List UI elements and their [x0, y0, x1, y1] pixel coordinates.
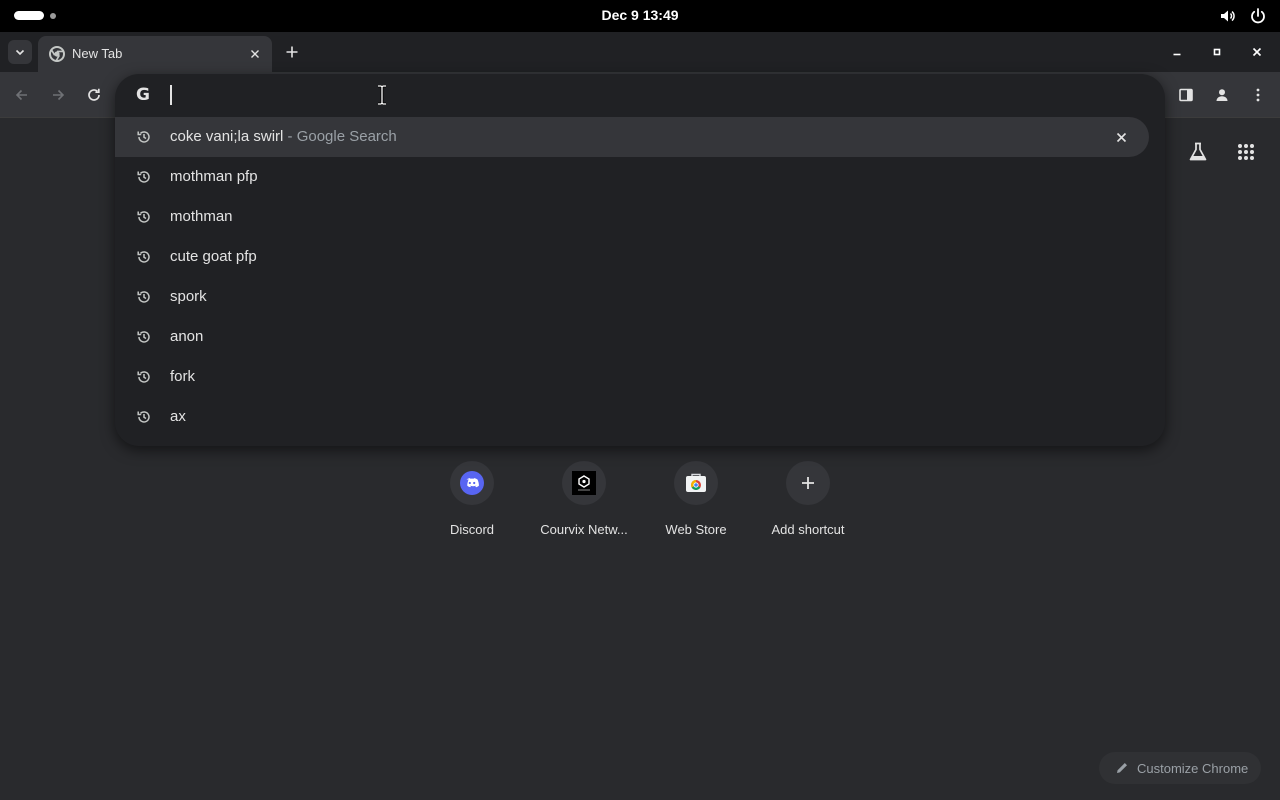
activities-button[interactable] [14, 11, 56, 20]
profile-icon [1216, 89, 1228, 101]
more-vert-icon [1256, 88, 1260, 102]
suggestion-text: anon [170, 328, 204, 345]
suggestion-item[interactable]: spork [115, 277, 1165, 317]
arrow-right-icon [53, 89, 65, 101]
chrome-icon [49, 46, 65, 62]
profile-button[interactable] [1210, 83, 1234, 107]
shortcut-tile [562, 461, 606, 505]
history-icon [137, 371, 150, 383]
tab-close-button[interactable] [246, 45, 264, 63]
customize-chrome-button[interactable]: Customize Chrome [1099, 752, 1261, 784]
shortcut-tile [674, 461, 718, 505]
text-cursor-icon [378, 85, 386, 105]
minimize-icon [1173, 53, 1181, 56]
power-icon[interactable] [1248, 6, 1268, 26]
tab-search-button[interactable] [8, 40, 32, 64]
shortcut-web-store[interactable]: Web Store [640, 458, 752, 548]
chrome-menu-button[interactable] [1246, 83, 1270, 107]
side-panel-icon [1179, 88, 1193, 102]
reload-icon [88, 88, 100, 101]
shortcut-label: Courvix Netw... [540, 522, 628, 537]
arrow-left-icon [15, 89, 27, 101]
chrome-labs-button[interactable] [1184, 138, 1212, 166]
history-icon [137, 331, 150, 343]
remove-suggestion-button[interactable] [1111, 127, 1131, 147]
volume-icon[interactable] [1218, 6, 1238, 26]
history-icon [137, 291, 150, 303]
customize-chrome-label: Customize Chrome [1137, 760, 1249, 776]
tab-title: New Tab [72, 46, 123, 61]
suggestion-text: spork [170, 288, 207, 305]
minimize-button[interactable] [1166, 41, 1188, 63]
shortcut-tile [786, 461, 830, 505]
back-button[interactable] [10, 83, 34, 107]
history-icon [137, 131, 150, 143]
plus-icon [802, 477, 814, 489]
maximize-button[interactable] [1206, 41, 1228, 63]
side-panel-button[interactable] [1174, 83, 1198, 107]
shortcut-tile [450, 461, 494, 505]
suggestion-item[interactable]: fork [115, 357, 1165, 397]
tab-strip: New Tab [0, 32, 1280, 72]
maximize-icon [1213, 48, 1221, 56]
suggestion-text: mothman [170, 208, 233, 225]
suggestion-text: coke vani;la swirl [170, 128, 284, 145]
shortcut-discord[interactable]: Discord [416, 458, 528, 548]
google-g-icon: G [136, 85, 150, 105]
history-icon [137, 251, 150, 263]
discord-icon [460, 471, 484, 495]
workspace-indicator-inactive [50, 12, 56, 19]
plus-icon [286, 46, 298, 58]
suggestion-item[interactable]: ax [115, 397, 1165, 437]
suggestion-description: - Google Search [287, 128, 397, 145]
text-caret [170, 85, 172, 105]
address-bar-input[interactable] [169, 84, 1069, 106]
add-shortcut[interactable]: Add shortcut [752, 458, 864, 548]
omnibox-dropdown: G coke vani;la swirl - Google Search mot… [115, 74, 1165, 446]
chevron-down-icon [15, 49, 25, 56]
system-top-bar: Dec 9 13:49 [0, 0, 1280, 32]
forward-button[interactable] [46, 83, 70, 107]
reload-button[interactable] [82, 83, 106, 107]
suggestion-item[interactable]: mothman [115, 197, 1165, 237]
suggestion-list: coke vani;la swirl - Google Search mothm… [115, 117, 1165, 437]
history-icon [137, 211, 150, 223]
suggestion-item[interactable]: anon [115, 317, 1165, 357]
courvix-icon [572, 471, 596, 495]
suggestion-text: fork [170, 368, 196, 385]
suggestion-text: mothman pfp [170, 168, 258, 185]
suggestion-text: ax [170, 408, 186, 425]
suggestion-item[interactable]: coke vani;la swirl - Google Search [115, 117, 1149, 157]
clock[interactable]: Dec 9 13:49 [601, 7, 678, 23]
tab-new-tab[interactable]: New Tab [38, 36, 272, 72]
flask-icon [1189, 142, 1207, 161]
suggestion-text: cute goat pfp [170, 248, 257, 265]
pencil-icon [1117, 763, 1127, 773]
web-store-icon [686, 473, 706, 492]
google-apps-button[interactable] [1232, 138, 1260, 166]
close-icon [1116, 132, 1126, 142]
close-icon [1252, 47, 1262, 57]
history-icon [137, 171, 150, 183]
shortcut-label: Web Store [665, 522, 727, 537]
shortcut-label: Discord [449, 522, 495, 537]
close-window-button[interactable] [1246, 41, 1268, 63]
shortcut-label: Add shortcut [771, 522, 845, 537]
close-icon [251, 50, 259, 58]
suggestion-item[interactable]: cute goat pfp [115, 237, 1165, 277]
apps-grid-icon [1238, 144, 1254, 160]
history-icon [137, 411, 150, 423]
new-tab-button[interactable] [281, 41, 303, 63]
workspace-indicator-active [14, 11, 44, 20]
shortcut-courvix[interactable]: Courvix Netw... [528, 458, 640, 548]
suggestion-item[interactable]: mothman pfp [115, 157, 1165, 197]
